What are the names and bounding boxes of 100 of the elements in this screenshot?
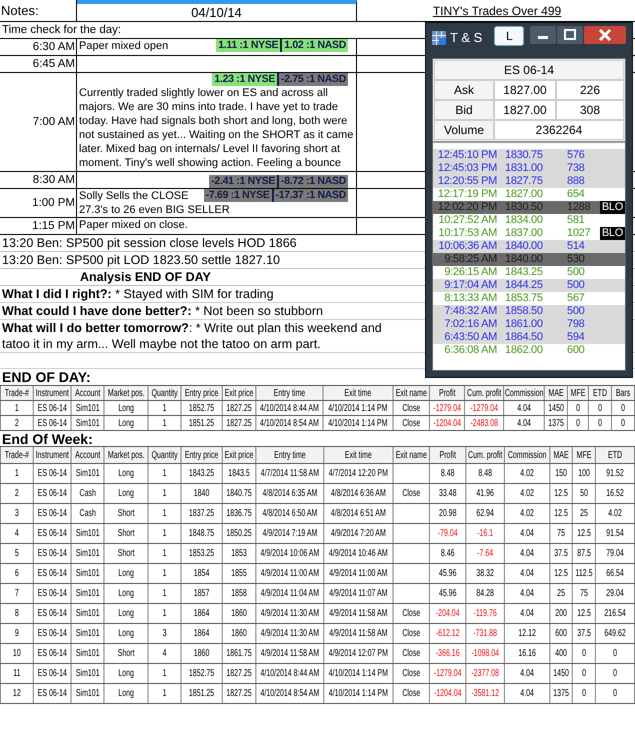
column-header: ETD: [596, 446, 635, 464]
table-cell: 20.98: [430, 504, 466, 524]
table-cell: 8.48: [430, 464, 466, 484]
trade-price: 1864.50: [504, 331, 544, 344]
trade-size: 594: [566, 331, 586, 344]
table-cell: 1843.5: [222, 464, 256, 484]
trade-time: 8:13:33 AM: [443, 292, 497, 305]
column-header: Instrument: [33, 446, 72, 464]
table-cell: 1855: [222, 564, 256, 584]
time-label: 1:15 PM: [32, 220, 75, 232]
table-cell: -731.88: [466, 624, 505, 644]
table-cell: 12.5: [550, 564, 573, 584]
sheet-title: TINY's Trades Over 499: [432, 4, 562, 18]
table-cell: 4/10/2014 1:14 PM: [322, 400, 393, 416]
trade-price: 1840.00: [504, 253, 544, 266]
link-button[interactable]: L: [494, 26, 524, 46]
table-cell: 10: [0, 644, 34, 664]
trade-time: 7:02:16 AM: [443, 318, 497, 331]
table-cell: 25: [550, 584, 573, 604]
table-cell: 4/10/2014 8:54 AM: [256, 416, 323, 430]
table-cell: 12.5: [550, 504, 573, 524]
table-cell: 1860: [181, 644, 222, 664]
trade-price: 1827.00: [504, 188, 544, 201]
column-header: Entry time: [256, 386, 323, 400]
table-cell: 4/10/2014 8:54 AM: [256, 684, 324, 704]
trade-time: 9:17:04 AM: [443, 279, 497, 292]
table-cell: 1375: [544, 416, 568, 430]
column-header: Commission: [504, 386, 545, 400]
table-cell: 4.04: [504, 544, 550, 564]
maximize-icon[interactable]: [557, 26, 584, 44]
breadth-badge: -8.72 :1 NASD: [277, 175, 348, 188]
column-header: Entry price: [181, 386, 222, 400]
table-cell: 37.5: [550, 544, 573, 564]
table-cell: 8.48: [466, 464, 505, 484]
column-header: Exit name: [392, 386, 430, 400]
table-cell: 37.5: [572, 624, 596, 644]
review-question: What will I do better tomorrow?: * Write out plan this weekend and tatoo it in my arm... Well maybe not the tatoo on arm part.: [2, 320, 383, 352]
table-cell: 4/9/2014 10:06 AM: [256, 544, 324, 564]
table-cell: 6: [0, 564, 34, 584]
table-cell: 41.96: [466, 484, 505, 504]
review-question: What could I have done better?:* Not been so stubborn: [2, 303, 323, 319]
trade-price: 1844.25: [504, 279, 544, 292]
trade-time: 9:26:15 AM: [443, 266, 497, 279]
column-header: MAE: [544, 386, 568, 400]
column-header: Commission: [504, 446, 550, 464]
table-cell: 8: [0, 604, 34, 624]
time-label: 1:00 PM: [32, 197, 75, 209]
table-cell: 1851.25: [181, 684, 222, 704]
table-cell: 4.02: [504, 484, 550, 504]
trade-size: 500: [566, 266, 586, 279]
table-cell: 4.04: [504, 584, 550, 604]
column-header: Quantity: [148, 386, 182, 400]
column-header: MAE: [550, 446, 573, 464]
table-cell: 1843.25: [181, 464, 222, 484]
note-text: Paper mixed open: [79, 39, 168, 53]
trade-size: 581: [566, 214, 586, 227]
table-cell: 4.04: [504, 400, 545, 416]
note-text: Solly Sells the CLOSE: [79, 189, 188, 203]
table-cell: 62.94: [466, 504, 505, 524]
table-cell: 4.04: [504, 524, 550, 544]
table-cell: -2483.08: [464, 416, 504, 430]
quote-size: 226: [556, 80, 624, 100]
table-cell: 150: [550, 464, 573, 484]
table-cell: 0: [572, 664, 596, 684]
quote-size: 308: [556, 100, 624, 120]
table-cell: 1852.75: [181, 664, 222, 684]
table-cell: 4/10/2014 1:14 PM: [322, 416, 393, 430]
table-cell: 12.5: [572, 524, 596, 544]
table-cell: -1279.04: [430, 664, 466, 684]
table-cell: 4: [0, 524, 34, 544]
block-tag: BLO: [600, 227, 625, 240]
table-cell: 25: [572, 504, 596, 524]
table-cell: 112.5: [572, 564, 596, 584]
table-cell: 2: [0, 484, 34, 504]
close-icon[interactable]: [584, 26, 626, 44]
table-cell: 200: [550, 604, 573, 624]
table-cell: 1857: [181, 584, 222, 604]
table-cell: -612.12: [430, 624, 466, 644]
table-cell: 2: [0, 416, 34, 430]
minimize-icon[interactable]: [530, 26, 556, 44]
table-cell: 1848.75: [181, 524, 222, 544]
table-cell: 1861.75: [222, 644, 256, 664]
table-cell: 4/7/2014 11:58 AM: [256, 464, 324, 484]
trade-price: 1830.75: [504, 149, 544, 162]
table-cell: Close: [392, 400, 430, 416]
table-cell: 7: [0, 584, 34, 604]
trade-size: 500: [566, 305, 586, 318]
table-cell: -3581.12: [466, 684, 505, 704]
table-cell: 12.12: [504, 624, 550, 644]
trade-time: 6:36:08 AM: [443, 344, 497, 357]
volume-value: 2362264: [494, 120, 624, 140]
window-title: T & S: [450, 30, 482, 45]
grid-icon: [432, 31, 446, 45]
trade-time: 12:02:20 PM: [436, 201, 497, 214]
column-header: Trade-#: [0, 386, 34, 400]
note-text: Paper mixed on close.: [79, 218, 188, 232]
trade-time: 10:27:52 AM: [438, 214, 497, 227]
table-cell: -366.16: [430, 644, 466, 664]
trade-price: 1843.25: [504, 266, 544, 279]
table-cell: 1836.75: [222, 504, 256, 524]
